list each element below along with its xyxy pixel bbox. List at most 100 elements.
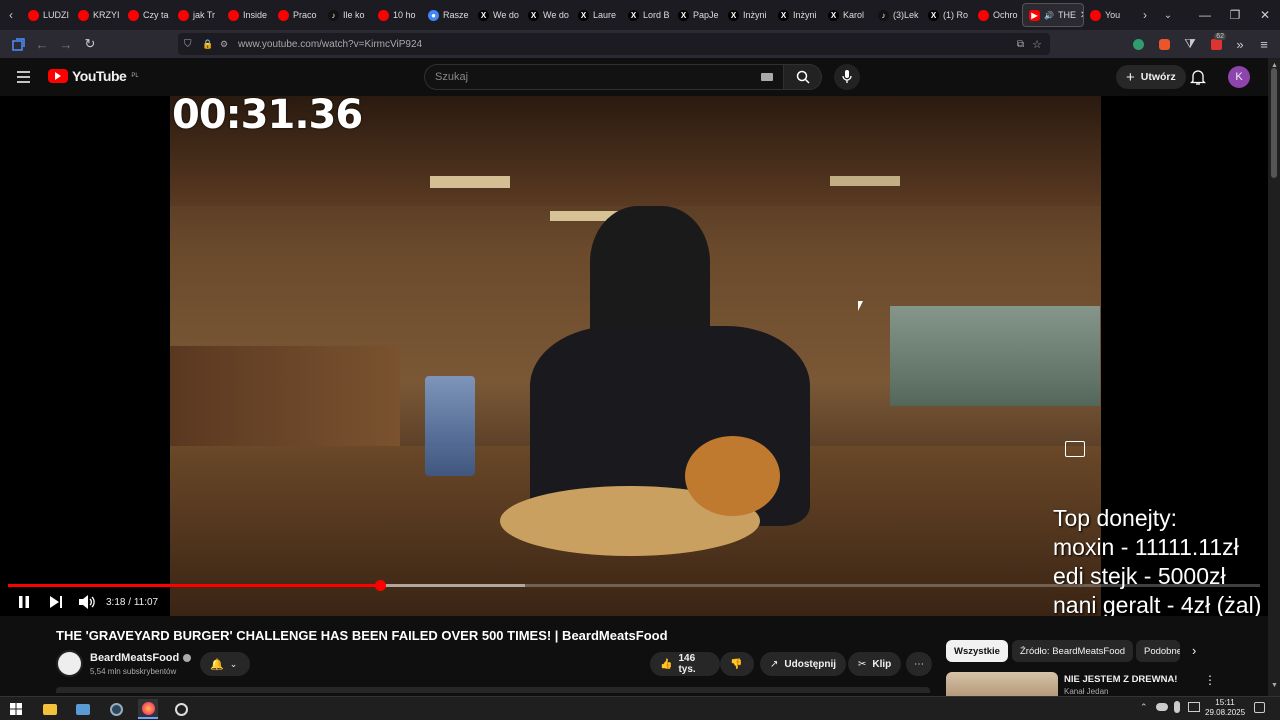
- extensions-icon[interactable]: ⧩: [1178, 32, 1202, 56]
- recommended-title[interactable]: NIE JESTEM Z DREWNA!: [1064, 674, 1177, 685]
- like-count: 146 tys.: [678, 653, 696, 675]
- description-box[interactable]: [56, 687, 930, 693]
- progress-bar[interactable]: [8, 580, 1260, 591]
- shield-icon[interactable]: ⛉: [184, 39, 192, 50]
- hamburger-menu-icon[interactable]: [14, 68, 34, 86]
- recommended-menu-icon[interactable]: ⋮: [1204, 673, 1216, 687]
- notifications-bell-icon[interactable]: [1190, 68, 1210, 88]
- clip-button[interactable]: ✂ Klip: [848, 652, 902, 676]
- search-input[interactable]: Szukaj: [424, 64, 784, 90]
- tab-9[interactable]: X We do: [472, 3, 522, 27]
- tab-8[interactable]: ● Rasze: [422, 3, 472, 27]
- next-video-icon[interactable]: [48, 594, 64, 610]
- keyboard-icon[interactable]: [761, 73, 773, 81]
- file-explorer-icon[interactable]: [40, 699, 60, 719]
- chip-all[interactable]: Wszystkie: [946, 640, 1008, 662]
- permissions-icon[interactable]: ⚙: [220, 39, 228, 50]
- addon-badge-icon[interactable]: 62: [1204, 32, 1228, 56]
- more-actions-button[interactable]: ⋯: [906, 652, 932, 676]
- computer-icon[interactable]: [73, 699, 93, 719]
- overflow-chevron-icon[interactable]: »: [1228, 32, 1252, 56]
- scroll-down-icon[interactable]: ▼: [1271, 682, 1278, 689]
- tab-18[interactable]: X (1) Ro: [922, 3, 972, 27]
- like-button[interactable]: 👍 146 tys.: [650, 652, 720, 676]
- recommended-thumbnail[interactable]: [946, 672, 1058, 696]
- overlay-timer: 00:31.36: [172, 92, 363, 138]
- fox-extension-icon[interactable]: [1152, 32, 1176, 56]
- clock-time: 15:11: [1215, 698, 1235, 707]
- video-frame[interactable]: [170, 96, 1101, 616]
- create-button[interactable]: + Utwórz: [1116, 65, 1186, 89]
- onedrive-icon[interactable]: [1156, 703, 1168, 711]
- tab-next[interactable]: You: [1084, 3, 1134, 27]
- reload-icon[interactable]: ↻: [78, 32, 102, 56]
- tab-16[interactable]: X Karol: [822, 3, 872, 27]
- tab-10[interactable]: X We do: [522, 3, 572, 27]
- player-controls: 3:18 / 11:07: [0, 590, 1268, 616]
- channel-avatar[interactable]: [56, 650, 83, 677]
- chip-source[interactable]: Źródło: BeardMeatsFood: [1012, 640, 1134, 662]
- minimize-icon[interactable]: —: [1190, 0, 1220, 30]
- tray-chevron-icon[interactable]: ⌃: [1140, 702, 1148, 713]
- tab-0[interactable]: LUDZI: [22, 3, 72, 27]
- back-icon[interactable]: ←: [30, 32, 54, 56]
- tab-label: Czy ta: [143, 10, 169, 20]
- search-button[interactable]: [784, 64, 822, 90]
- chip-similar[interactable]: Podobne: [1136, 640, 1180, 662]
- lock-icon[interactable]: 🔒: [202, 39, 213, 50]
- vpn-extension-icon[interactable]: [1126, 32, 1150, 56]
- restore-icon[interactable]: ❐: [1220, 0, 1250, 30]
- chips-next-icon[interactable]: ›: [1192, 643, 1196, 658]
- steam-icon[interactable]: [106, 699, 126, 719]
- dislike-button[interactable]: 👎: [720, 652, 754, 676]
- notifications-button[interactable]: 🔔 ⌄: [200, 652, 250, 676]
- tab-4[interactable]: Inside: [222, 3, 272, 27]
- tab-label: Lord B: [643, 10, 670, 20]
- page-scrollbar[interactable]: ▲ ▼: [1268, 58, 1280, 696]
- tab-17[interactable]: ♪ (3)Lek: [872, 3, 922, 27]
- channel-name[interactable]: BeardMeatsFood: [90, 652, 179, 664]
- network-icon[interactable]: [1188, 702, 1200, 712]
- scissors-icon: ✂: [858, 658, 867, 670]
- tab-5[interactable]: Praco: [272, 3, 322, 27]
- youtube-logo[interactable]: YouTube PL: [48, 68, 139, 84]
- tab-scroll-right-icon[interactable]: ›: [1134, 8, 1156, 22]
- bookmark-star-icon[interactable]: ☆: [1032, 38, 1042, 51]
- share-button[interactable]: ↗ Udostępnij: [760, 652, 847, 676]
- tab-7[interactable]: 10 ho: [372, 3, 422, 27]
- tab-scroll-left-icon[interactable]: ‹: [0, 8, 22, 22]
- fullscreen-exit-icon[interactable]: [1065, 441, 1085, 457]
- avatar[interactable]: K: [1228, 66, 1250, 88]
- tab-active[interactable]: ▶ 🔊 THE ✕: [1022, 3, 1084, 27]
- microphone-tray-icon[interactable]: [1174, 701, 1180, 713]
- recommended-channel: Kanał Jedan: [1064, 687, 1109, 695]
- scrollbar-thumb[interactable]: [1271, 68, 1277, 178]
- notifications-center-icon[interactable]: [1254, 702, 1265, 713]
- tab-3[interactable]: jak Tr: [172, 3, 222, 27]
- volume-icon[interactable]: [78, 594, 96, 610]
- tab-groups-icon[interactable]: [6, 32, 30, 56]
- browser-menu-icon[interactable]: ≡: [1252, 32, 1276, 56]
- obs-icon[interactable]: [171, 699, 191, 719]
- address-bar[interactable]: ⛉ 🔒 ⚙ www.youtube.com/watch?v=KirmcViP92…: [178, 33, 1050, 55]
- tab-11[interactable]: X Laure: [572, 3, 622, 27]
- firefox-icon[interactable]: [138, 699, 158, 719]
- pause-icon[interactable]: [16, 594, 32, 610]
- logo-text: YouTube: [72, 68, 127, 84]
- tab-12[interactable]: X Lord B: [622, 3, 672, 27]
- donor-line: moxin - 11111.11zł: [1053, 534, 1239, 560]
- tab-6[interactable]: ♪ Ile ko: [322, 3, 372, 27]
- windows-start-icon[interactable]: [6, 699, 26, 719]
- forward-icon[interactable]: →: [54, 32, 78, 56]
- list-all-tabs-icon[interactable]: ⌄: [1156, 10, 1180, 21]
- voice-search-button[interactable]: [834, 64, 860, 90]
- tab-2[interactable]: Czy ta: [122, 3, 172, 27]
- tab-1[interactable]: KRZYI: [72, 3, 122, 27]
- picture-in-picture-icon[interactable]: ⧉: [1017, 39, 1024, 50]
- tab-14[interactable]: X Inżyni: [722, 3, 772, 27]
- tab-13[interactable]: X PapJe: [672, 3, 722, 27]
- close-window-icon[interactable]: ✕: [1250, 0, 1280, 30]
- clock[interactable]: 15:11 29.08.2025: [1205, 698, 1245, 718]
- tab-19[interactable]: Ochro: [972, 3, 1022, 27]
- tab-15[interactable]: X Inżyni: [772, 3, 822, 27]
